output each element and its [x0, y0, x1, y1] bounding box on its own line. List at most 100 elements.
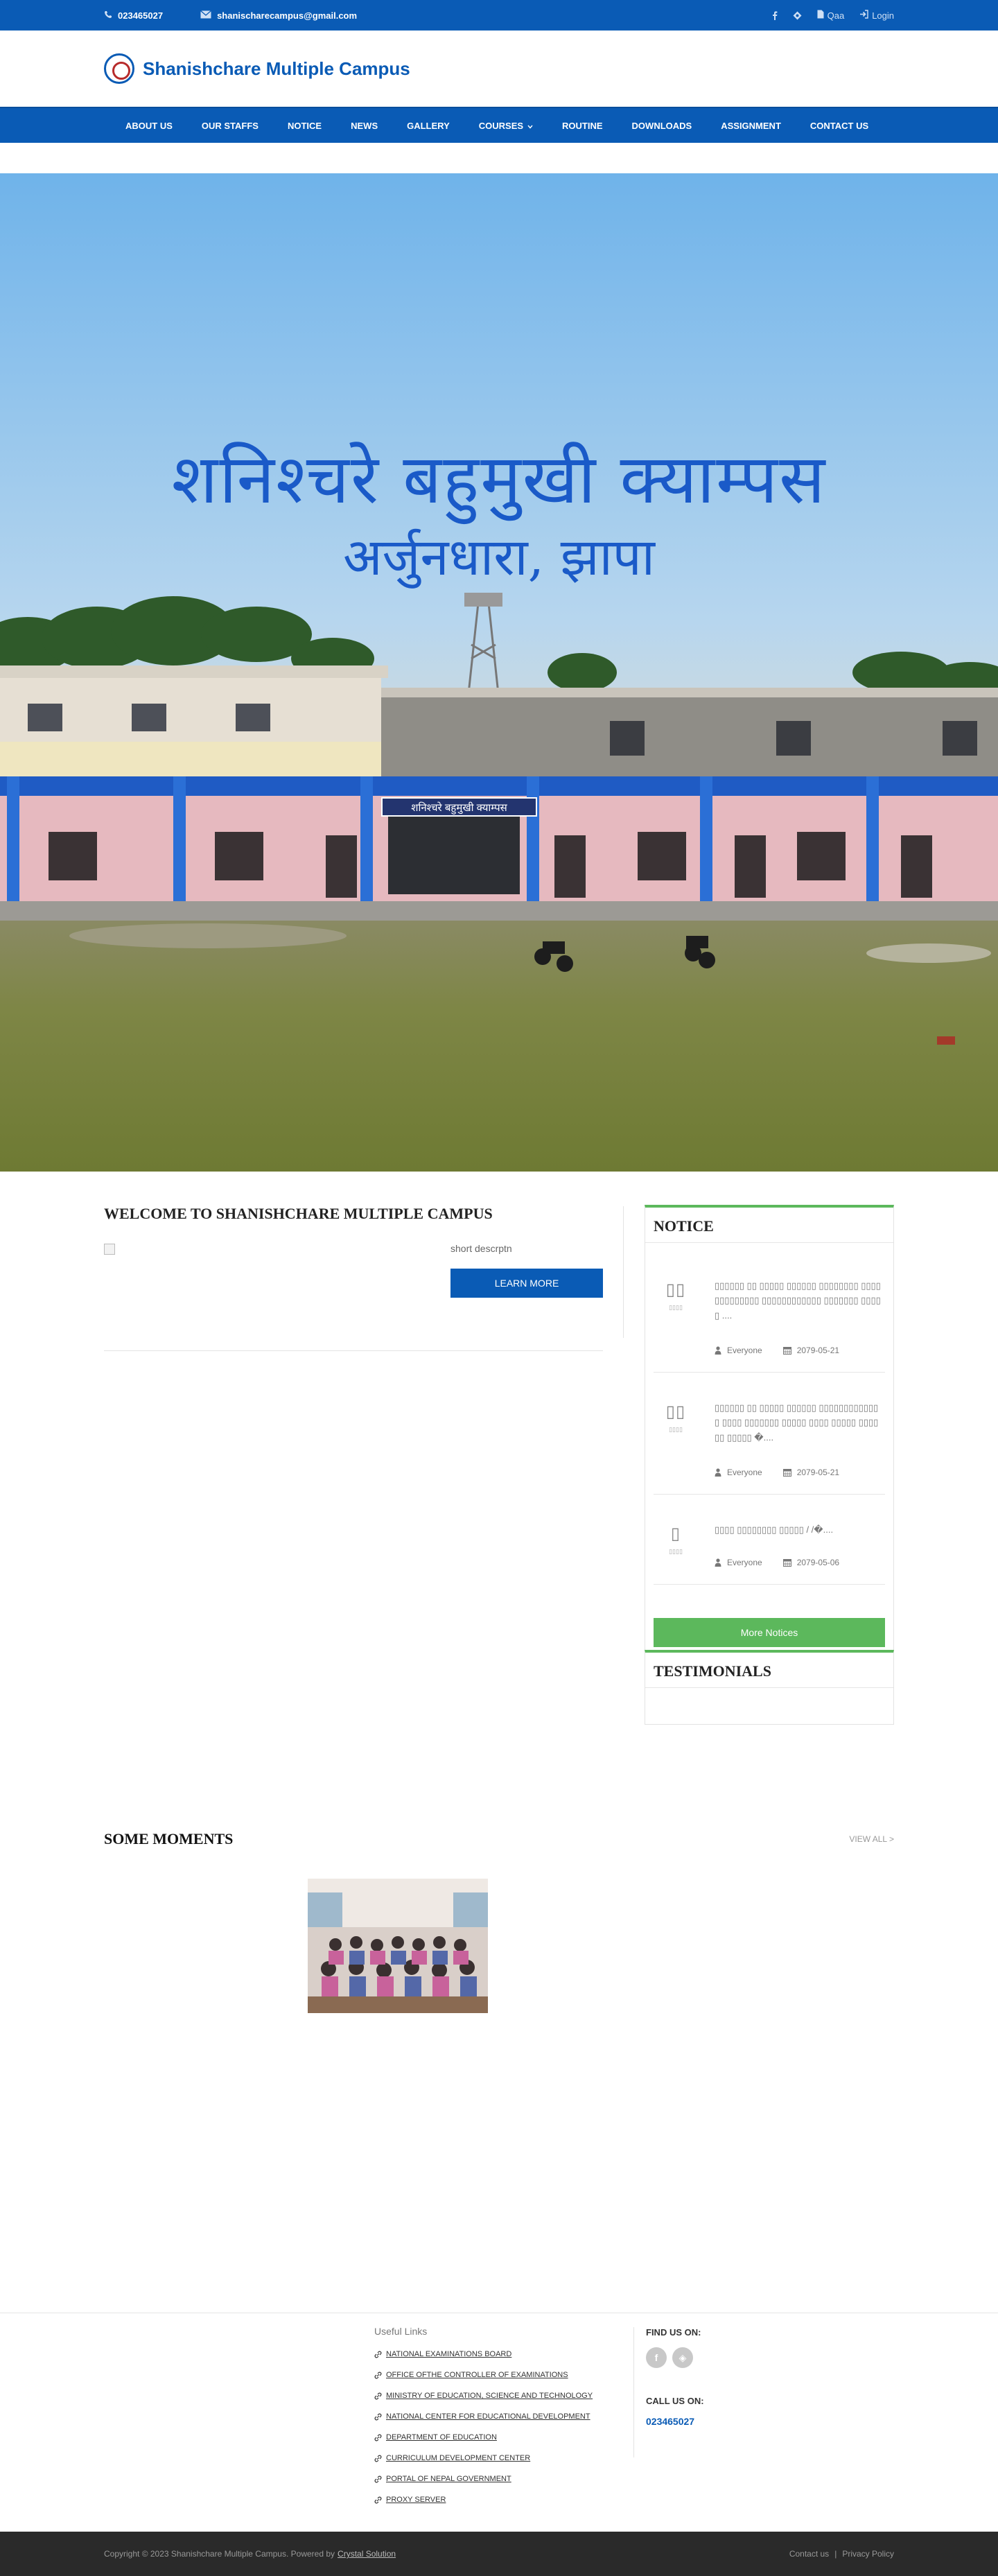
footer-link[interactable]: PROXY SERVER: [374, 2489, 617, 2510]
notice-day: ▯▯: [665, 1402, 686, 1421]
powered-by-link[interactable]: Crystal Solution: [338, 2549, 396, 2559]
find-us-heading: FIND US ON:: [646, 2327, 701, 2338]
notice-month: ▯▯▯▯: [669, 1304, 683, 1311]
nav-downloads[interactable]: DOWNLOADS: [618, 121, 707, 131]
footer-link[interactable]: CURRICULUM DEVELOPMENT CENTER: [374, 2448, 617, 2469]
testimonials-heading: TESTIMONIALS: [645, 1653, 893, 1688]
nav-our-staffs[interactable]: OUR STAFFS: [187, 121, 273, 131]
useful-links-heading: Useful Links: [374, 2326, 428, 2337]
footer-link-label: MINISTRY OF EDUCATION, SCIENCE AND TECHN…: [386, 2392, 593, 2400]
footer-link[interactable]: NATIONAL EXAMINATIONS BOARD: [374, 2344, 617, 2365]
testimonials-panel: TESTIMONIALS: [645, 1650, 894, 1725]
footer-link-label: CURRICULUM DEVELOPMENT CENTER: [386, 2454, 531, 2462]
nav-routine[interactable]: ROUTINE: [548, 121, 618, 131]
notice-month: ▯▯▯▯: [669, 1548, 683, 1555]
site-title[interactable]: Shanishchare Multiple Campus: [143, 58, 410, 80]
separator: |: [834, 2549, 837, 2559]
topbar-email[interactable]: shanischarecampus@gmail.com: [200, 10, 357, 21]
calendar-icon: [782, 1469, 791, 1477]
gallery-photo[interactable]: [308, 1879, 488, 2013]
moments-heading: SOME MOMENTS: [104, 1830, 234, 1847]
audience-label: Everyone: [727, 1346, 762, 1355]
hero-subtitle: अर्जुनधारा, झापा: [343, 528, 655, 587]
notice-item[interactable]: ▯▯ ▯▯▯▯ ▯▯▯▯▯▯ ▯▯ ▯▯▯▯▯ ▯▯▯▯▯▯ ▯▯▯▯▯▯▯▯▯…: [654, 1373, 885, 1495]
phone-icon: [104, 10, 112, 21]
notice-title[interactable]: ▯▯▯▯ ▯▯▯▯▯▯▯▯ ▯▯▯▯▯ / /�....: [715, 1522, 881, 1537]
nav-courses[interactable]: COURSES: [464, 121, 548, 131]
top-bar: 023465027 shanischarecampus@gmail.com Qa…: [0, 0, 998, 31]
audience-label: Everyone: [727, 1558, 762, 1567]
site-header: Shanishchare Multiple Campus: [0, 31, 998, 107]
short-description: short descrptn: [450, 1243, 512, 1254]
learn-more-button[interactable]: LEARN MORE: [450, 1269, 603, 1298]
share-icon[interactable]: [793, 11, 802, 20]
link-icon: [374, 2392, 382, 2399]
useful-links: Useful Links NATIONAL EXAMINATIONS BOARD…: [374, 2326, 617, 2510]
link-icon: [374, 2455, 382, 2462]
notice-item[interactable]: ▯ ▯▯▯▯ ▯▯▯▯ ▯▯▯▯▯▯▯▯ ▯▯▯▯▯ / /�.... Ever…: [654, 1495, 885, 1585]
nav-notice[interactable]: NOTICE: [273, 121, 336, 131]
footer-phone[interactable]: 023465027: [646, 2416, 704, 2427]
link-icon: [374, 2413, 382, 2420]
notice-item[interactable]: ▯▯ ▯▯▯▯ ▯▯▯▯▯▯ ▯▯ ▯▯▯▯▯ ▯▯▯▯▯▯ ▯▯▯▯▯▯▯▯ …: [654, 1251, 885, 1373]
audience-label: Everyone: [727, 1468, 762, 1477]
nav-about-us[interactable]: ABOUT US: [111, 121, 187, 131]
call-us-heading: CALL US ON:: [646, 2396, 704, 2406]
nav-news[interactable]: NEWS: [336, 121, 392, 131]
footer-link-label: NATIONAL CENTER FOR EDUCATIONAL DEVELOPM…: [386, 2412, 590, 2421]
login-label: Login: [872, 10, 894, 21]
topbar-phone[interactable]: 023465027: [104, 10, 163, 21]
campus-logo[interactable]: [104, 53, 134, 84]
sign-in-icon: [859, 10, 868, 21]
link-icon: [374, 2351, 382, 2358]
footer-link[interactable]: MINISTRY OF EDUCATION, SCIENCE AND TECHN…: [374, 2385, 617, 2406]
facebook-icon[interactable]: f: [646, 2347, 667, 2368]
calendar-icon: [782, 1559, 791, 1567]
footer-link[interactable]: DEPARTMENT OF EDUCATION: [374, 2427, 617, 2448]
nav-assignment[interactable]: ASSIGNMENT: [706, 121, 796, 131]
contact-block: FIND US ON: f ◈ CALL US ON: 023465027: [646, 2327, 704, 2427]
share-icon[interactable]: ◈: [672, 2347, 693, 2368]
footer-link[interactable]: OFFICE OFTHE CONTROLLER OF EXAMINATIONS: [374, 2365, 617, 2385]
notice-title[interactable]: ▯▯▯▯▯▯ ▯▯ ▯▯▯▯▯ ▯▯▯▯▯▯ ▯▯▯▯▯▯▯▯▯▯▯▯▯ ▯▯▯…: [715, 1400, 881, 1445]
login-link[interactable]: Login: [859, 10, 894, 21]
divider: [104, 1350, 603, 1351]
user-icon: [715, 1558, 721, 1567]
phone-number: 023465027: [118, 10, 164, 21]
notice-title[interactable]: ▯▯▯▯▯▯ ▯▯ ▯▯▯▯▯ ▯▯▯▯▯▯ ▯▯▯▯▯▯▯▯ ▯▯▯▯▯▯▯▯…: [715, 1278, 881, 1323]
notice-date: ▯▯ ▯▯▯▯: [663, 1280, 688, 1312]
footer-link-label: PROXY SERVER: [386, 2496, 446, 2504]
notice-audience: Everyone: [715, 1346, 762, 1355]
user-icon: [715, 1346, 721, 1355]
footer-link[interactable]: PORTAL OF NEPAL GOVERNMENT: [374, 2469, 617, 2489]
qaa-link[interactable]: Qaa: [817, 10, 844, 21]
facebook-icon[interactable]: [772, 10, 778, 20]
view-all-link[interactable]: VIEW ALL >: [849, 1834, 894, 1844]
contact-us-link[interactable]: Contact us: [789, 2549, 829, 2559]
email-address: shanischarecampus@gmail.com: [217, 10, 358, 21]
notice-month: ▯▯▯▯: [669, 1426, 683, 1433]
hero-campus-photo: [0, 173, 998, 1172]
main-navigation: ABOUT US OUR STAFFS NOTICE NEWS GALLERY …: [0, 107, 998, 143]
notice-meta: Everyone 2079-05-21: [715, 1468, 839, 1477]
vertical-divider: [623, 1206, 624, 1338]
notice-meta: Everyone 2079-05-06: [715, 1558, 839, 1567]
privacy-policy-link[interactable]: Privacy Policy: [842, 2549, 894, 2559]
more-notices-button[interactable]: More Notices: [654, 1618, 885, 1647]
footer-link-label: PORTAL OF NEPAL GOVERNMENT: [386, 2475, 511, 2483]
footer-link[interactable]: NATIONAL CENTER FOR EDUCATIONAL DEVELOPM…: [374, 2406, 617, 2427]
notice-date-meta: 2079-05-21: [782, 1468, 840, 1477]
classroom-photo: [308, 1879, 488, 2013]
user-icon: [715, 1468, 721, 1477]
calendar-icon: [782, 1347, 791, 1355]
building-sign: शनिश्चरे बहुमुखी क्याम्पस: [381, 797, 537, 817]
notice-day: ▯▯: [665, 1280, 686, 1299]
nav-contact-us[interactable]: CONTACT US: [796, 121, 883, 131]
notice-meta: Everyone 2079-05-21: [715, 1346, 839, 1355]
footer-link-label: OFFICE OFTHE CONTROLLER OF EXAMINATIONS: [386, 2371, 568, 2379]
nav-gallery[interactable]: GALLERY: [392, 121, 464, 131]
date-label: 2079-05-21: [796, 1468, 840, 1477]
chevron-down-icon: [527, 121, 533, 131]
date-label: 2079-05-21: [796, 1346, 840, 1355]
nav-courses-label: COURSES: [478, 120, 524, 131]
